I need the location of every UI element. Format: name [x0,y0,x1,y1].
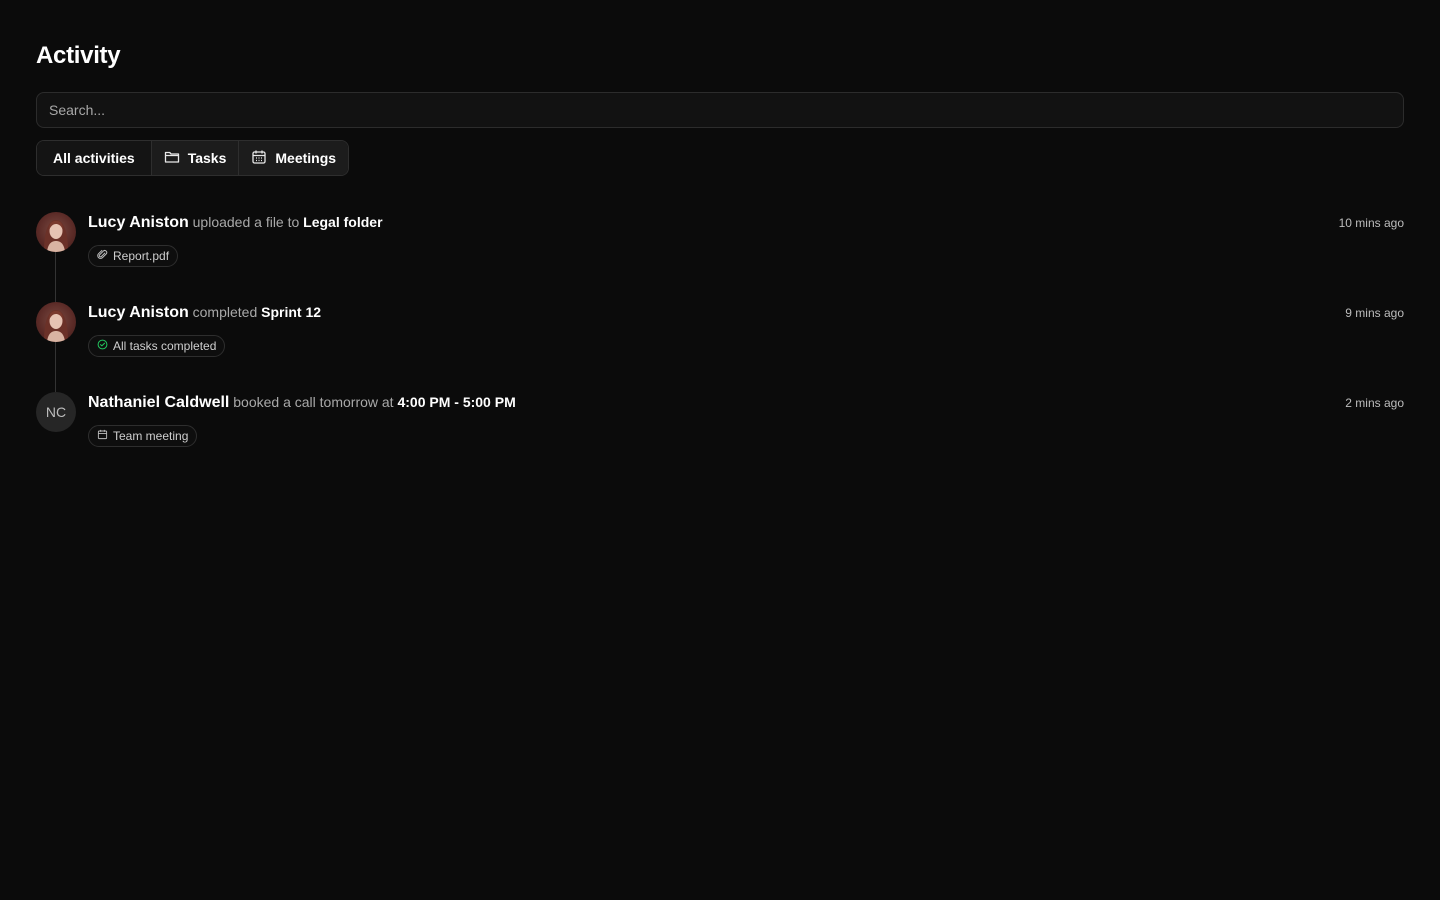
calendar-icon [251,149,267,168]
avatar[interactable] [36,212,76,252]
activity-item: Lucy Aniston completed Sprint 12 9 mins … [36,302,1404,392]
avatar[interactable]: NC [36,392,76,432]
activity-target[interactable]: Sprint 12 [261,304,321,320]
chip-label: Report.pdf [113,249,170,263]
action-text: booked a call tomorrow at [233,394,394,410]
timestamp: 2 mins ago [1345,396,1404,410]
action-text: uploaded a file to [192,214,300,230]
filter-tasks[interactable]: Tasks [151,141,240,175]
search-box[interactable] [36,92,1404,128]
filter-label: Meetings [275,150,337,166]
activity-feed: Lucy Aniston uploaded a file to Legal fo… [36,212,1404,482]
activity-text: Nathaniel Caldwell booked a call tomorro… [88,394,516,412]
user-name[interactable]: Lucy Aniston [88,214,189,231]
action-text: completed [192,304,258,320]
chip-label: Team meeting [113,429,189,443]
search-input[interactable] [49,102,1391,118]
activity-text: Lucy Aniston uploaded a file to Legal fo… [88,214,383,232]
timestamp: 10 mins ago [1338,216,1404,230]
check-circle-icon [97,339,108,353]
meeting-chip[interactable]: Team meeting [88,425,198,447]
paperclip-icon [97,249,108,263]
activity-text: Lucy Aniston completed Sprint 12 [88,304,321,322]
user-name[interactable]: Lucy Aniston [88,304,189,321]
filter-label: All activities [53,150,135,166]
page-title: Activity [36,42,121,69]
activity-page: Activity All activities Tasks [0,0,1440,900]
filter-all-activities[interactable]: All activities [37,141,152,175]
activity-target[interactable]: Legal folder [303,214,382,230]
avatar-initials: NC [45,404,67,420]
user-name[interactable]: Nathaniel Caldwell [88,394,229,411]
activity-item: Lucy Aniston uploaded a file to Legal fo… [36,212,1404,302]
activity-target: 4:00 PM - 5:00 PM [397,394,516,410]
filter-meetings[interactable]: Meetings [239,141,349,175]
chip-label: All tasks completed [113,339,217,353]
filter-label: Tasks [187,150,227,166]
status-chip[interactable]: All tasks completed [88,335,226,357]
timestamp: 9 mins ago [1345,306,1404,320]
attachment-chip[interactable]: Report.pdf [88,245,179,267]
avatar[interactable] [36,302,76,342]
filter-tabs: All activities Tasks Meetings [36,140,350,176]
calendar-icon [97,429,108,443]
activity-item: NC Nathaniel Caldwell booked a call tomo… [36,392,1404,482]
folder-icon [164,149,180,168]
